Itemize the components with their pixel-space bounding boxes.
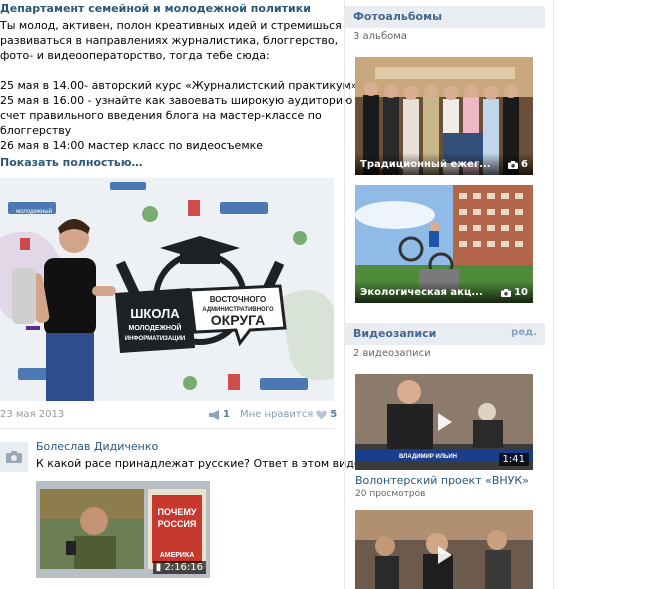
photo-banner-text: ИНФОРМАТИЗАЦИИ xyxy=(125,336,185,342)
post-date[interactable]: 23 мая 2013 xyxy=(0,409,64,420)
albums-title[interactable]: Фотоальбомы xyxy=(353,10,442,23)
book-cover-text: АМЕРИКА xyxy=(160,552,195,559)
album-thumbnail[interactable]: Экологическая акц... 10 xyxy=(355,185,533,303)
video-duration: 1:41 xyxy=(498,453,529,466)
megaphone-icon xyxy=(209,409,219,420)
play-icon xyxy=(438,413,452,431)
subpost-text: К какой расе принадлежат русские? Ответ … xyxy=(36,457,378,470)
post-text-line: 26 мая в 14:00 мастер класс по видеосъем… xyxy=(0,139,264,152)
post-author-link[interactable]: Департамент семейной и молодежной полити… xyxy=(0,2,311,15)
camera-icon xyxy=(501,288,512,297)
heart-icon xyxy=(316,410,328,419)
share-count: 1 xyxy=(223,409,230,420)
avatar[interactable] xyxy=(0,442,28,472)
like-count: 5 xyxy=(330,409,338,420)
post-text-line: счет правильного введения блога на масте… xyxy=(0,109,322,122)
video-duration: ▮ 2:16:16 xyxy=(152,561,206,574)
post-photo-image: ШКОЛА МОЛОДЕЖНОЙ ИНФОРМАТИЗАЦИИ ВОСТОЧНО… xyxy=(0,178,334,401)
subpost-author-link[interactable]: Болеслав Дидиченко xyxy=(36,440,158,453)
videos-edit-link[interactable]: ред. xyxy=(511,327,537,338)
post-text-line: развиваться в направлениях журналистика,… xyxy=(0,34,339,47)
photo-bubble-text: ВОСТОЧНОГО xyxy=(210,295,267,304)
album-caption: Традиционный ежег... xyxy=(360,159,491,170)
post-actions: 1 Мне нравится 5 xyxy=(208,409,337,420)
albums-header[interactable]: Фотоальбомы xyxy=(345,6,545,28)
post-divider xyxy=(0,428,334,429)
video-title-link[interactable]: Волонтерский проект «ВНУК» xyxy=(355,474,529,487)
page-border xyxy=(553,0,554,589)
video-duration-text: 2:16:16 xyxy=(164,562,203,573)
film-icon: ▮ xyxy=(155,562,162,573)
photo-logo-text: молодежный xyxy=(16,208,52,215)
video-views: 20 просмотров xyxy=(355,489,426,499)
right-sidebar: Фотоальбомы 3 альбома Традиционный ежег.… xyxy=(344,0,545,589)
album-photo-count: 10 xyxy=(501,287,528,298)
album-photo-count-text: 10 xyxy=(514,287,528,298)
videos-title[interactable]: Видеозаписи xyxy=(353,327,436,340)
like-button[interactable]: Мне нравится 5 xyxy=(240,409,337,420)
play-icon xyxy=(438,546,452,564)
post-text: Ты молод, активен, полон креативных идей… xyxy=(0,18,369,153)
post-text-line: Ты молод, активен, полон креативных идей… xyxy=(0,19,342,32)
album-photo-count: 6 xyxy=(508,159,528,170)
book-cover-text: ПОЧЕМУ xyxy=(158,507,197,517)
video-thumbnail[interactable]: ВЛАДИМИР ИЛЬИН 1:41 xyxy=(355,374,533,470)
albums-count: 3 альбома xyxy=(353,31,407,42)
video-thumbnail[interactable] xyxy=(355,510,533,589)
post-text-line: 25 мая в 16.00 - узнайте как завоевать ш… xyxy=(0,94,369,107)
subpost-video-thumbnail[interactable]: ПОЧЕМУ РОССИЯ АМЕРИКА ▮ 2:16:16 xyxy=(36,481,210,578)
share-button[interactable]: 1 xyxy=(208,409,230,420)
wall-column: Департамент семейной и молодежной полити… xyxy=(0,0,378,589)
camera-icon xyxy=(6,451,22,463)
post-text-line: 25 мая в 14.00- авторский курс «Журналис… xyxy=(0,79,358,92)
videos-count: 2 видеозаписи xyxy=(353,348,431,359)
photo-banner-text: МОЛОДЕЖНОЙ xyxy=(129,323,182,332)
video-ticker-text: ВЛАДИМИР ИЛЬИН xyxy=(399,454,457,460)
post-text-line: фото- и видеооператорство, тогда тебе сю… xyxy=(0,49,270,62)
post-text-line: блоггерству xyxy=(0,124,72,137)
camera-icon xyxy=(508,160,519,169)
photo-bubble-text: ОКРУГА xyxy=(211,312,265,328)
book-cover-text: РОССИЯ xyxy=(158,519,197,529)
album-photo-count-text: 6 xyxy=(521,159,528,170)
post-photo[interactable]: ШКОЛА МОЛОДЕЖНОЙ ИНФОРМАТИЗАЦИИ ВОСТОЧНО… xyxy=(0,178,334,401)
photo-banner-text: ШКОЛА xyxy=(130,306,180,321)
album-thumbnail[interactable]: Традиционный ежег... 6 xyxy=(355,57,533,175)
show-full-link[interactable]: Показать полностью… xyxy=(0,156,143,169)
album-caption: Экологическая акц... xyxy=(360,287,483,298)
videos-header[interactable]: Видеозаписи ред. xyxy=(345,323,545,345)
like-label: Мне нравится xyxy=(239,409,314,420)
